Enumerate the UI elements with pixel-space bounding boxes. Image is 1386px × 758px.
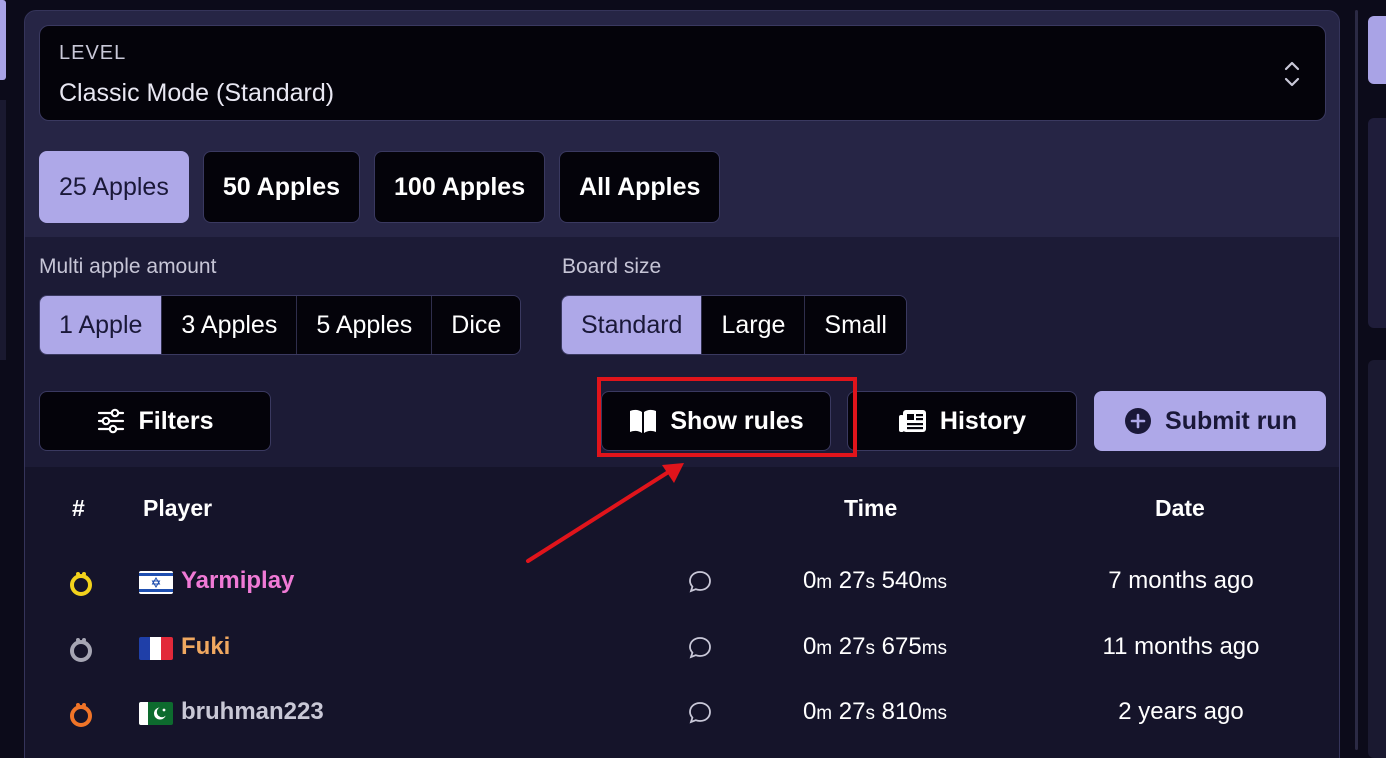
player-name[interactable]: bruhman223 [181,698,324,726]
header-date: Date [1155,495,1205,521]
israel-flag-icon [139,571,173,594]
option-3-apples[interactable]: 3 Apples [162,296,298,354]
option-5-apples[interactable]: 5 Apples [297,296,433,354]
apple-count-tabs: 25 Apples 50 Apples 100 Apples All Apple… [39,151,721,223]
level-label: LEVEL [59,42,127,64]
player-name[interactable]: Fuki [181,633,230,661]
tab-50-apples[interactable]: 50 Apples [202,151,361,223]
run-date: 11 months ago [1102,633,1260,660]
header-rank: # [72,495,85,521]
plus-circle-icon [1125,408,1152,434]
option-large[interactable]: Large [702,296,806,354]
table-row[interactable]: Fuki 0m 27s 675ms 11 months ago [25,619,1339,683]
header-player: Player [143,495,213,521]
book-open-icon [630,409,657,433]
run-time: 0m 27s 675ms [802,633,948,660]
run-date: 2 years ago [1118,698,1244,725]
sliders-icon [98,408,125,434]
board-size-segmented: Standard Large Small [561,295,907,355]
scrollbar[interactable] [1352,10,1360,750]
submit-run-label: Submit run [1165,406,1297,435]
tab-25-apples[interactable]: 25 Apples [39,151,189,223]
option-standard[interactable]: Standard [562,296,703,354]
option-small[interactable]: Small [805,296,906,354]
france-flag-icon [139,637,173,660]
show-rules-label: Show rules [670,406,804,435]
tab-all-apples[interactable]: All Apples [559,151,721,223]
table-row[interactable]: Yarmiplay 0m 27s 540ms 7 months ago [25,553,1339,617]
right-edge-panel [1368,118,1386,328]
left-edge-panel [0,100,6,360]
option-dice[interactable]: Dice [432,296,521,354]
history-label: History [939,406,1027,435]
right-edge-panel-lower [1368,360,1386,758]
filters-button[interactable]: Filters [39,391,271,451]
show-rules-button[interactable]: Show rules [601,391,831,451]
newspaper-icon [898,410,926,432]
comment-icon [689,702,711,724]
gold-medal-icon [70,572,92,596]
level-select[interactable]: LEVEL Classic Mode (Standard) [39,25,1326,121]
multi-apple-label: Multi apple amount [39,255,217,278]
bronze-medal-icon [70,703,92,727]
multi-apple-segmented: 1 Apple 3 Apples 5 Apples Dice [39,295,522,355]
level-value: Classic Mode (Standard) [59,79,335,107]
tab-100-apples[interactable]: 100 Apples [374,151,546,223]
right-edge-tab[interactable] [1368,16,1386,84]
history-button[interactable]: History [847,391,1077,451]
filters-label: Filters [138,406,214,435]
comment-icon [689,637,711,659]
run-date: 7 months ago [1108,567,1254,594]
pakistan-flag-icon [139,702,173,725]
leaderboard-panel: LEVEL Classic Mode (Standard) 25 Apples … [24,10,1340,758]
silver-medal-icon [70,638,92,662]
run-time: 0m 27s 540ms [802,567,948,594]
option-1-apple[interactable]: 1 Apple [40,296,163,354]
run-time: 0m 27s 810ms [802,698,948,725]
submit-run-button[interactable]: Submit run [1094,391,1326,451]
left-edge-accent [0,0,6,80]
comment-icon [689,571,711,593]
board-size-label: Board size [562,255,662,278]
header-time: Time [844,495,898,521]
table-row[interactable]: bruhman223 0m 27s 810ms 2 years ago [25,684,1339,748]
player-name[interactable]: Yarmiplay [181,567,294,595]
chevron-updown-icon [1284,61,1300,87]
